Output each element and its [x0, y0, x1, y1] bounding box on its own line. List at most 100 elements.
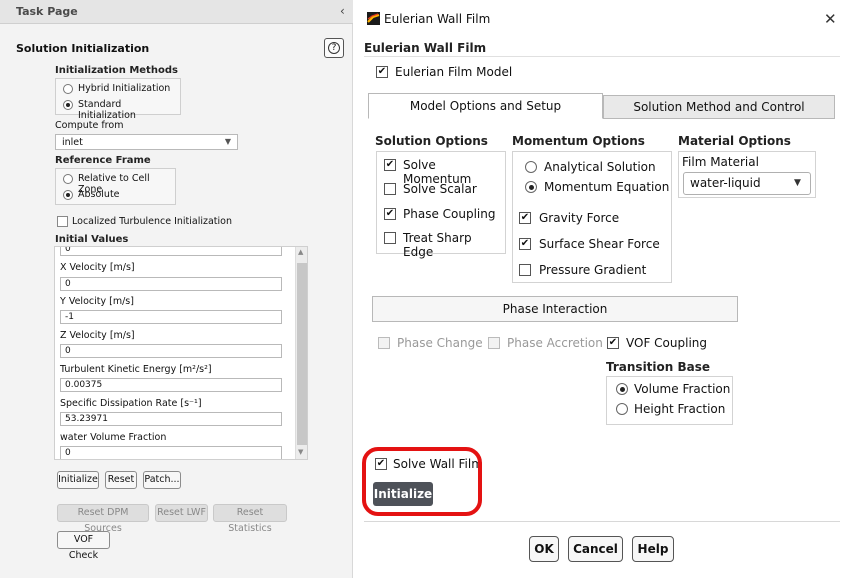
- reset-button[interactable]: Reset: [105, 471, 137, 489]
- absolute-frame-label: Absolute: [78, 189, 120, 200]
- analytical-solution-radio[interactable]: [525, 161, 537, 173]
- solution-options-title: Solution Options: [375, 134, 488, 148]
- relative-frame-radio[interactable]: [63, 174, 73, 184]
- volume-fraction-label: Volume Fraction: [634, 382, 731, 396]
- momentum-equation-label: Momentum Equation: [544, 180, 670, 194]
- z-velocity-input[interactable]: 0: [60, 344, 282, 358]
- height-fraction-label: Height Fraction: [634, 402, 726, 416]
- y-velocity-label: Y Velocity [m/s]: [60, 296, 134, 307]
- task-page-header: Task Page ‹: [0, 0, 353, 24]
- film-material-select[interactable]: water-liquid ▼: [683, 172, 811, 195]
- pressure-gradient-label: Pressure Gradient: [539, 263, 647, 277]
- surface-shear-force-checkbox[interactable]: ✔: [519, 238, 531, 250]
- tab-model-options[interactable]: Model Options and Setup: [368, 93, 603, 119]
- localized-turbulence-label: Localized Turbulence Initialization: [72, 216, 233, 227]
- momentum-equation-radio[interactable]: [525, 181, 537, 193]
- ok-button[interactable]: OK: [529, 536, 559, 562]
- init-methods-label: Initialization Methods: [55, 65, 178, 76]
- film-material-label: Film Material: [682, 155, 759, 169]
- pressure-gradient-checkbox[interactable]: [519, 264, 531, 276]
- treat-sharp-edge-checkbox[interactable]: [384, 232, 396, 244]
- eulerian-film-model-label: Eulerian Film Model: [395, 65, 513, 79]
- chevron-down-icon: ▼: [224, 137, 231, 146]
- reset-dpm-sources-button[interactable]: Reset DPM Sources: [57, 504, 149, 534]
- solution-options-group: ✔ Solve Momentum Solve Scalar ✔ Phase Co…: [376, 151, 506, 259]
- x-velocity-label: X Velocity [m/s]: [60, 262, 135, 273]
- highlight-annotation: [362, 447, 482, 516]
- phase-interaction-button[interactable]: Phase Interaction: [372, 296, 738, 322]
- init-methods-group: Hybrid Initialization Standard Initializ…: [55, 78, 181, 121]
- fluent-logo-icon: [367, 12, 380, 25]
- z-velocity-label: Z Velocity [m/s]: [60, 330, 135, 341]
- collapse-chevron-icon[interactable]: ‹: [340, 4, 345, 18]
- reference-frame-label: Reference Frame: [55, 155, 151, 166]
- section-title: Solution Initialization: [16, 42, 150, 55]
- phase-change-checkbox[interactable]: [378, 337, 390, 349]
- tab-solution-method[interactable]: Solution Method and Control: [603, 95, 835, 119]
- gravity-force-label: Gravity Force: [539, 211, 620, 225]
- task-page-title: Task Page: [16, 5, 78, 18]
- phase-accretion-checkbox[interactable]: [488, 337, 500, 349]
- patch-button[interactable]: Patch...: [143, 471, 181, 489]
- initial-values-panel: 0 X Velocity [m/s] 0 Y Velocity [m/s] -1…: [54, 246, 308, 460]
- initialize-task-button[interactable]: Initialize: [57, 471, 99, 489]
- reset-lwf-button[interactable]: Reset LWF: [155, 504, 208, 522]
- heading-divider: [364, 56, 840, 57]
- x-velocity-input[interactable]: 0: [60, 277, 282, 291]
- tke-label: Turbulent Kinetic Energy [m²/s²]: [60, 364, 212, 375]
- reset-statistics-button[interactable]: Reset Statistics: [213, 504, 287, 534]
- phase-change-label: Phase Change: [397, 336, 483, 350]
- absolute-frame-radio[interactable]: [63, 190, 73, 200]
- hybrid-init-label: Hybrid Initialization: [78, 83, 171, 94]
- eulerian-film-model-checkbox[interactable]: ✔: [376, 66, 388, 78]
- help-question-icon: ?: [328, 42, 340, 54]
- sdr-input[interactable]: 53.23971: [60, 412, 282, 426]
- vof-coupling-label: VOF Coupling: [626, 336, 707, 350]
- volume-fraction-input[interactable]: 0: [60, 446, 282, 459]
- momentum-options-group: Analytical Solution Momentum Equation ✔ …: [512, 151, 672, 283]
- tke-input[interactable]: 0.00375: [60, 378, 282, 392]
- treat-sharp-edge-label: Treat Sharp Edge: [403, 231, 472, 259]
- close-icon[interactable]: ✕: [824, 10, 837, 28]
- help-button[interactable]: Help: [632, 536, 674, 562]
- momentum-options-title: Momentum Options: [512, 134, 645, 148]
- reference-frame-group: Relative to Cell Zone Absolute: [55, 168, 176, 205]
- gravity-force-checkbox[interactable]: ✔: [519, 212, 531, 224]
- analytical-solution-label: Analytical Solution: [544, 160, 656, 174]
- help-icon[interactable]: ?: [324, 38, 344, 58]
- standard-init-radio[interactable]: [63, 100, 73, 110]
- scroll-up-icon[interactable]: ▲: [298, 248, 303, 256]
- transition-base-title: Transition Base: [606, 360, 711, 374]
- chevron-down-icon: ▼: [794, 178, 801, 188]
- initial-values-label: Initial Values: [55, 234, 129, 245]
- height-fraction-radio[interactable]: [616, 403, 628, 415]
- phase-coupling-label: Phase Coupling: [403, 207, 496, 221]
- vof-check-button[interactable]: VOF Check: [57, 531, 110, 561]
- sdr-label: Specific Dissipation Rate [s⁻¹]: [60, 398, 202, 409]
- transition-base-group: Volume Fraction Height Fraction: [606, 376, 733, 425]
- dialog-heading: Eulerian Wall Film: [364, 41, 487, 55]
- y-velocity-input[interactable]: -1: [60, 310, 282, 324]
- standard-init-label: Standard Initialization: [78, 99, 136, 121]
- phase-accretion-label: Phase Accretion: [507, 336, 603, 350]
- footer-divider: [364, 521, 840, 522]
- vof-coupling-checkbox[interactable]: ✔: [607, 337, 619, 349]
- partial-value-field[interactable]: 0: [60, 247, 282, 256]
- cancel-button[interactable]: Cancel: [568, 536, 623, 562]
- scrollbar-thumb[interactable]: [297, 263, 307, 445]
- hybrid-init-radio[interactable]: [63, 84, 73, 94]
- solve-scalar-label: Solve Scalar: [403, 182, 477, 196]
- surface-shear-force-label: Surface Shear Force: [539, 237, 660, 251]
- material-options-title: Material Options: [678, 134, 791, 148]
- solve-momentum-checkbox[interactable]: ✔: [384, 159, 396, 171]
- compute-from-select[interactable]: inlet ▼: [55, 134, 238, 150]
- volume-fraction-radio[interactable]: [616, 383, 628, 395]
- solve-scalar-checkbox[interactable]: [384, 183, 396, 195]
- film-material-value: water-liquid: [690, 176, 761, 190]
- phase-coupling-checkbox[interactable]: ✔: [384, 208, 396, 220]
- scroll-down-icon[interactable]: ▼: [298, 448, 303, 456]
- localized-turbulence-checkbox[interactable]: [57, 216, 68, 227]
- initial-values-scrollbar[interactable]: ▲ ▼: [295, 247, 307, 459]
- task-page-panel: Task Page ‹ Solution Initialization ? In…: [0, 0, 353, 578]
- compute-from-label: Compute from: [55, 120, 124, 131]
